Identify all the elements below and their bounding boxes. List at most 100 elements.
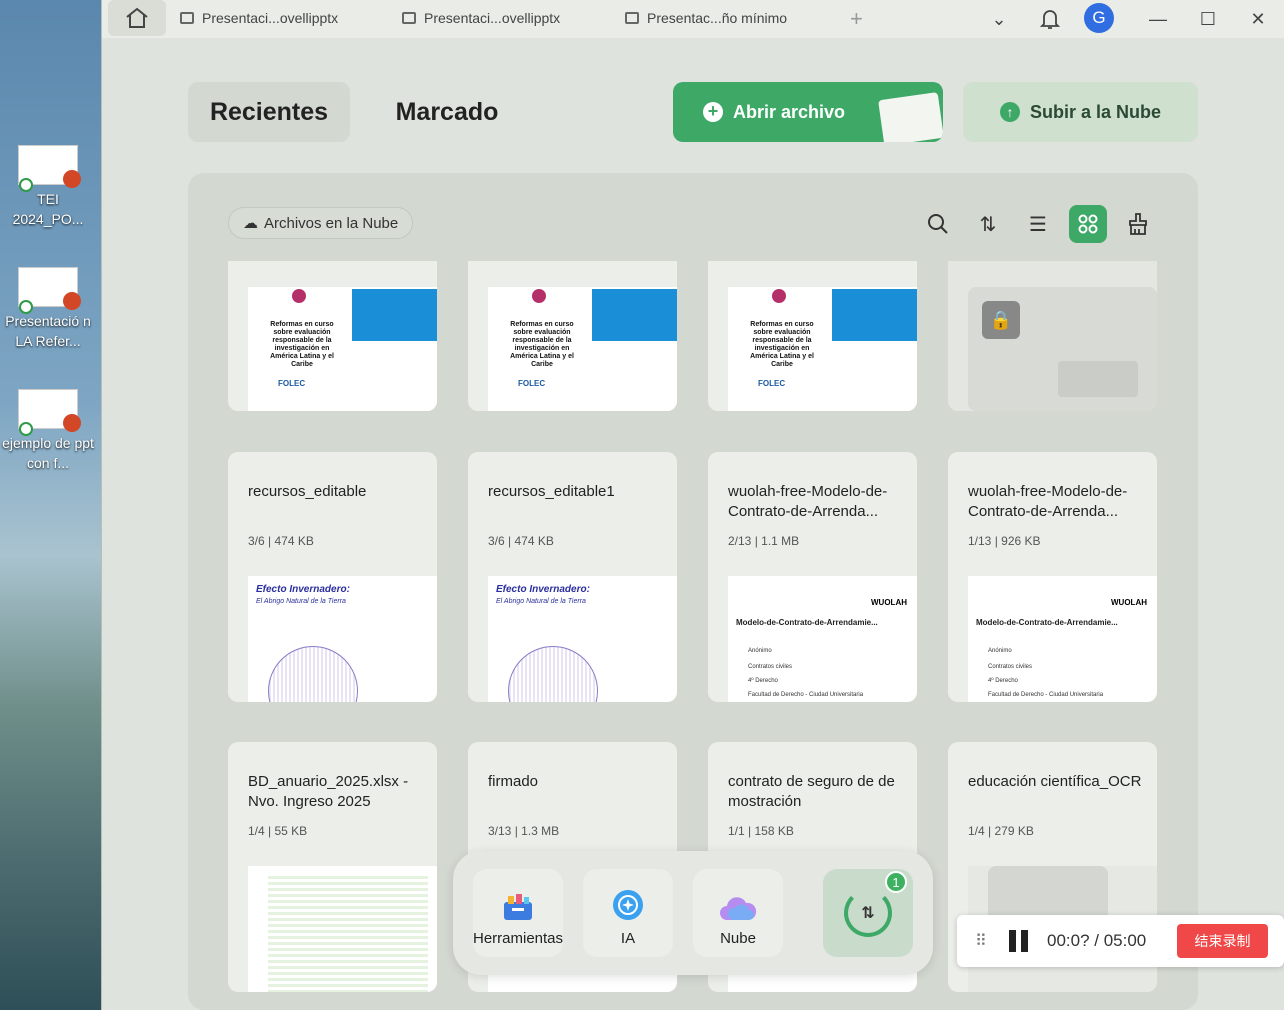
chip-label: Archivos en la Nube [264,214,399,232]
tab-marcado[interactable]: Marcado [372,82,522,142]
notification-badge: 1 [885,871,907,893]
upload-label: Subir a la Nube [1029,101,1162,122]
file-thumbnail [18,389,81,436]
file-meta: 1/13 | 926 KB [968,534,1041,548]
preview-subtitle: El Abrigo Natural de la Tierra [256,598,346,605]
desktop-icon-label: TEI 2024_PO... [12,191,84,227]
drag-handle-icon[interactable]: ⠿ [975,931,987,951]
sync-button[interactable]: ⇅ 1 [823,869,913,957]
avatar[interactable]: G [1084,3,1114,33]
tab-presentation-1[interactable]: Presentaci...ovellipptx [180,0,338,36]
preview-logo: FOLEC [758,379,786,388]
tab-label: Presentaci...ovellipptx [202,10,339,26]
tools-label: Herramientas [472,930,564,947]
file-card[interactable]: Reformas en curso sobre evaluación respo… [708,261,917,411]
minimize-icon[interactable]: — [1143,4,1173,34]
home-icon [126,7,148,28]
pause-button[interactable] [1009,930,1031,952]
title-bar: Presentaci...ovellipptx Presentaci...ove… [102,0,1284,38]
grid-view-icon[interactable] [1069,205,1107,243]
desktop-icon-file[interactable]: TEI 2024_PO... [0,145,96,229]
file-card[interactable]: BD_anuario_2025.xlsx - Nvo. Ingreso 2025… [228,742,437,992]
file-preview: WUOLAH Modelo-de-Contrato-de-Arrendamie..… [728,576,917,702]
bell-icon[interactable] [1035,4,1065,34]
file-card-locked[interactable]: 🔒 [948,261,1157,411]
file-preview: Efecto Invernadero: El Abrigo Natural de … [488,576,677,702]
logo-icon [532,289,546,303]
screen-recorder-bar: ⠿ 00:0? / 05:00 结束录制 [957,915,1284,967]
preview-line: Facultad de Derecho - Ciudad Universitar… [748,692,864,698]
file-thumbnail [18,267,81,314]
preview-logo: FOLEC [518,379,546,388]
tab-presentation-3[interactable]: Presentac...ño mínimo [625,0,787,36]
cloud-button[interactable]: Nube [693,869,783,957]
bottom-dock: Herramientas IA Nube ⇅ 1 [453,851,933,975]
file-preview [248,866,437,992]
file-meta: 1/1 | 158 KB [728,824,794,838]
close-icon[interactable]: ✕ [1243,4,1273,34]
home-button[interactable] [108,0,166,36]
clean-icon[interactable] [1119,205,1157,243]
file-card[interactable]: recursos_editable1 3/6 | 474 KB Efecto I… [468,452,677,702]
list-view-icon[interactable]: ☰ [1019,205,1057,243]
file-name: wuolah-free-Modelo-de-Contrato-de-Arrend… [728,483,888,520]
file-card[interactable]: wuolah-free-Modelo-de-Contrato-de-Arrend… [708,452,917,702]
check-icon [19,422,33,436]
file-preview: Reformas en curso sobre evaluación respo… [728,287,917,411]
tab-presentation-2[interactable]: Presentaci...ovellipptx [402,0,560,36]
file-meta: 3/6 | 474 KB [488,534,554,548]
logo-icon [772,289,786,303]
desktop-icon-file[interactable]: ejemplo de ppt con f... [0,389,96,473]
presentation-icon [180,12,194,24]
file-meta: 3/6 | 474 KB [248,534,314,548]
ai-button[interactable]: IA [583,869,673,957]
preview-line: Contratos civiles [748,664,793,670]
preview-logo: FOLEC [278,379,306,388]
cloud-icon [720,897,757,920]
preview-logo: WUOLAH [871,598,907,607]
preview-line: 4º Derecho [988,678,1018,684]
file-card[interactable]: Reformas en curso sobre evaluación respo… [228,261,437,411]
lock-icon: 🔒 [982,301,1020,339]
ai-icon [613,890,643,920]
upload-icon: ↑ [999,102,1020,122]
sort-icon[interactable]: ⇅ [969,205,1007,243]
file-card[interactable]: Reformas en curso sobre evaluación respo… [468,261,677,411]
desktop-icon-file[interactable]: Presentació n LA Refer... [0,267,96,351]
cloud-files-chip[interactable]: ☁ Archivos en la Nube [228,207,414,239]
file-card[interactable]: wuolah-free-Modelo-de-Contrato-de-Arrend… [948,452,1157,702]
open-file-label: Abrir archivo [733,101,846,122]
file-preview: Reformas en curso sobre evaluación respo… [248,287,437,411]
maximize-icon[interactable]: ☐ [1193,4,1223,34]
open-file-button[interactable]: + Abrir archivo [673,82,943,142]
file-preview: Efecto Invernadero: El Abrigo Natural de … [248,576,437,702]
preview-title: Efecto Invernadero: [496,584,590,595]
new-tab-button[interactable]: + [850,6,863,32]
file-meta: 2/13 | 1.1 MB [728,534,800,548]
check-icon [19,300,33,314]
stop-recording-button[interactable]: 结束录制 [1177,924,1268,958]
cloud-label: Nube [720,930,756,947]
file-name: wuolah-free-Modelo-de-Contrato-de-Arrend… [968,483,1128,520]
desktop-icon-label: ejemplo de ppt con f... [2,435,94,471]
cloud-icon: ☁ [243,215,258,232]
toolbox-icon [504,894,532,920]
file-card[interactable]: recursos_editable 3/6 | 474 KB Efecto In… [228,452,437,702]
preview-line: Anónimo [748,648,772,654]
recording-time: 00:0? / 05:00 [1047,931,1147,950]
tools-button[interactable]: Herramientas [473,869,563,957]
papers-illustration [878,92,943,142]
desktop: TEI 2024_PO... Presentació n LA Refer...… [0,0,101,1010]
preview-title: Reformas en curso sobre evaluación respo… [270,321,334,368]
preview-title: Reformas en curso sobre evaluación respo… [750,321,814,368]
file-preview: WUOLAH Modelo-de-Contrato-de-Arrendamie..… [968,576,1157,702]
powerpoint-icon [63,170,81,188]
tab-recientes[interactable]: Recientes [188,82,350,142]
file-name: contrato de seguro de de mostración [728,773,895,810]
sync-icon: ⇅ [844,889,892,937]
upload-cloud-button[interactable]: ↑ Subir a la Nube [963,82,1198,142]
chevron-down-icon[interactable]: ⌄ [984,4,1014,34]
search-icon[interactable] [919,205,957,243]
file-name: BD_anuario_2025.xlsx - Nvo. Ingreso 2025 [248,773,409,810]
file-preview: Reformas en curso sobre evaluación respo… [488,287,677,411]
